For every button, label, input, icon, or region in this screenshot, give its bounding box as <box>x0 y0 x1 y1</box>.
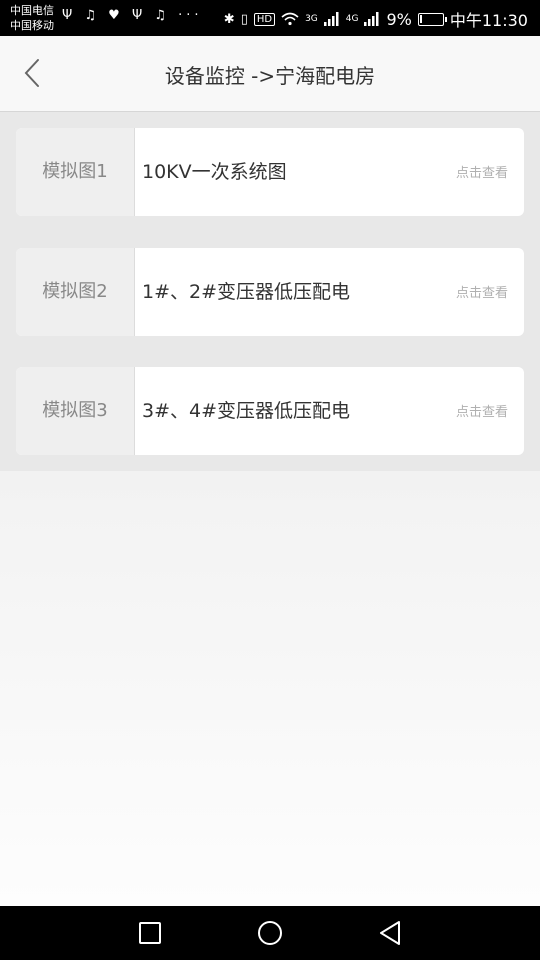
card-label: 模拟图1 <box>16 128 135 216</box>
status-bar: 中国电信 中国移动 Ψ ♫ ♥ Ψ ♫ ··· ✱ ▯ HD 3G 4G 9% … <box>0 0 540 36</box>
carrier-2: 中国移动 <box>10 19 54 32</box>
empty-content-area <box>0 471 540 906</box>
wifi-icon <box>281 12 299 26</box>
card-title: 10KV一次系统图 <box>142 161 287 183</box>
card-label: 模拟图3 <box>16 367 135 455</box>
network-3g-label: 3G <box>305 14 318 24</box>
view-link[interactable]: 点击查看 <box>456 367 508 455</box>
diagram-card-1[interactable]: 模拟图1 10KV一次系统图 点击查看 <box>16 128 524 216</box>
battery-level <box>419 14 422 23</box>
carrier-1: 中国电信 <box>10 4 54 17</box>
recent-apps-icon[interactable] <box>135 918 165 948</box>
battery-icon <box>417 12 447 26</box>
diagram-list: 模拟图1 10KV一次系统图 点击查看 模拟图2 1#、2#变压器低压配电 点击… <box>0 112 540 471</box>
bluetooth-icon: ✱ <box>223 11 235 27</box>
card-title: 3#、4#变压器低压配电 <box>142 400 351 422</box>
signal-icon <box>323 12 339 26</box>
card-label: 模拟图2 <box>16 248 135 336</box>
status-indicators: ✱ ▯ HD 3G 4G 9% 中午11:30 <box>224 7 528 31</box>
card-title: 1#、2#变压器低压配电 <box>142 281 351 303</box>
page-title: 设备监控 ->宁海配电房 <box>164 64 376 88</box>
network-4g-label: 4G <box>345 14 359 24</box>
clock: 中午11:30 <box>449 11 528 30</box>
diagram-card-2[interactable]: 模拟图2 1#、2#变压器低压配电 点击查看 <box>16 248 524 336</box>
carrier-info: 中国电信 中国移动 <box>10 3 60 33</box>
app-header: 设备监控 ->宁海配电房 <box>0 36 540 112</box>
diagram-card-3[interactable]: 模拟图3 3#、4#变压器低压配电 点击查看 <box>16 367 524 455</box>
view-link[interactable]: 点击查看 <box>456 128 508 216</box>
system-navigation-bar <box>0 906 540 960</box>
hd-icon: HD <box>253 12 276 26</box>
back-triangle-icon[interactable] <box>375 918 405 948</box>
vibrate-icon: ▯ <box>240 11 248 27</box>
notification-icons: Ψ ♫ ♥ Ψ ♫ ··· <box>62 8 203 23</box>
signal-icon-2 <box>364 12 379 26</box>
home-icon[interactable] <box>255 918 285 948</box>
battery-percent: 9% <box>386 9 412 29</box>
view-link[interactable]: 点击查看 <box>456 248 508 336</box>
